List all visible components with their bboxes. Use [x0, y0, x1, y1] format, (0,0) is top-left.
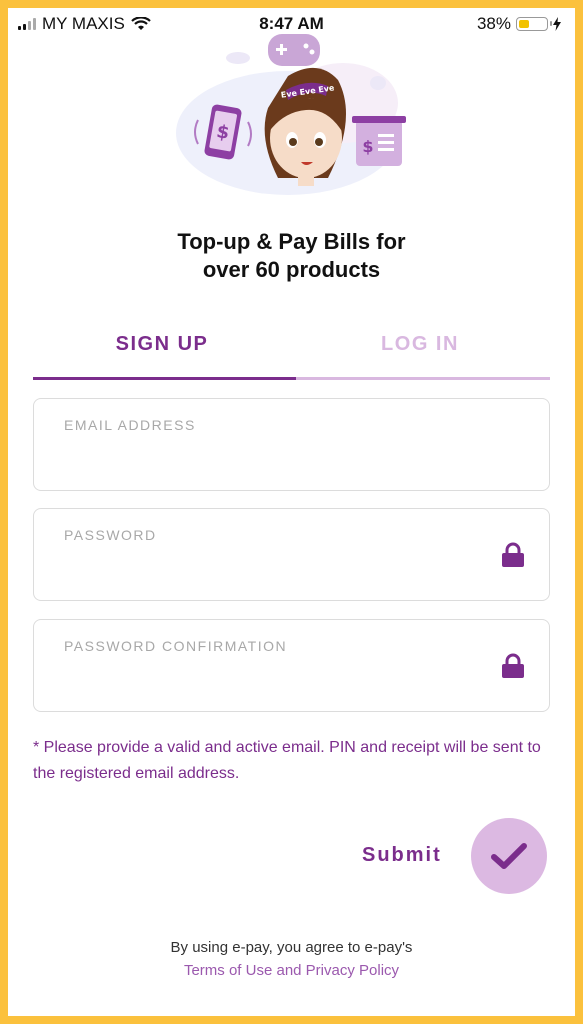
- lock-icon: [502, 653, 524, 678]
- terms-privacy-link[interactable]: Terms of Use and Privacy Policy: [8, 959, 575, 982]
- tab-indicator-active: [33, 377, 296, 380]
- headline: Top-up & Pay Bills for over 60 products: [8, 228, 575, 284]
- legal-text: By using e-pay, you agree to e-pay's: [170, 939, 413, 956]
- svg-text:$: $: [362, 137, 373, 156]
- password-confirmation-label: PASSWORD CONFIRMATION: [64, 638, 288, 654]
- password-field[interactable]: PASSWORD: [33, 508, 550, 601]
- tab-indicator-inactive: [296, 377, 550, 380]
- headline-line-1: Top-up & Pay Bills for: [177, 229, 406, 254]
- auth-tabs: SIGN UP LOG IN: [33, 328, 550, 380]
- battery-icon: [516, 17, 552, 31]
- headline-line-2: over 60 products: [202, 257, 381, 282]
- email-label: EMAIL ADDRESS: [64, 417, 196, 433]
- checkmark-icon: [491, 843, 527, 869]
- bill-icon: $: [352, 116, 406, 166]
- legal-footer: By using e-pay, you agree to e-pay's Ter…: [8, 936, 575, 982]
- email-field[interactable]: EMAIL ADDRESS: [33, 398, 550, 491]
- hero-illustration: $ $ Eve Eve Eve: [176, 34, 406, 195]
- password-input[interactable]: [64, 551, 488, 585]
- battery-percent: 38%: [476, 14, 511, 33]
- password-confirmation-field[interactable]: PASSWORD CONFIRMATION: [33, 619, 550, 712]
- password-label: PASSWORD: [64, 527, 157, 543]
- submit-label[interactable]: Submit: [362, 844, 442, 867]
- tab-sign-up[interactable]: SIGN UP: [33, 328, 291, 376]
- submit-button[interactable]: [471, 818, 547, 894]
- gamepad-icon: [268, 34, 320, 66]
- app-screen: MY MAXIS 8:47 AM 38% $ $ Eve Eve Eve Top…: [8, 8, 575, 1016]
- tab-log-in[interactable]: LOG IN: [291, 328, 549, 376]
- lock-icon: [502, 542, 524, 567]
- charging-icon: [553, 17, 561, 31]
- email-notice: * Please provide a valid and active emai…: [33, 739, 541, 782]
- password-confirmation-input[interactable]: [64, 662, 488, 696]
- battery-group: 38%: [477, 14, 561, 34]
- email-input[interactable]: [64, 441, 488, 475]
